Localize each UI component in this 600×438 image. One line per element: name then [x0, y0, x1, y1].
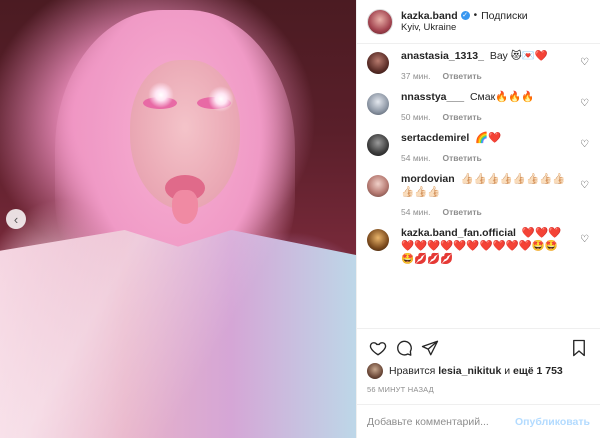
comment-username[interactable]: nnasstya___: [401, 91, 464, 103]
comment-username[interactable]: kazka.band_fan.official: [401, 227, 516, 239]
reply-button[interactable]: Ответить: [442, 112, 481, 122]
comment-icon[interactable]: [393, 337, 415, 359]
comment-time[interactable]: 54 мин.: [401, 153, 430, 163]
instagram-post-modal: ‹ kazka.band ✓ • Подписки Kyiv, Ukraine …: [0, 0, 600, 438]
heart-icon[interactable]: ♡: [580, 140, 590, 150]
likes-middle: и: [504, 365, 511, 377]
comment-item: kazka.band_fan.official ❤️❤️❤️❤️❤️❤️❤️❤️…: [367, 227, 590, 266]
reply-button[interactable]: Ответить: [442, 207, 481, 217]
comment-input[interactable]: [367, 415, 516, 428]
comment-body: mordovian 👍🏻👍🏻👍🏻👍🏻👍🏻👍🏻👍🏻👍🏻👍🏻👍🏻👍🏻 54 мин.…: [401, 173, 590, 217]
avatar[interactable]: [367, 8, 393, 35]
verified-icon: ✓: [460, 11, 470, 20]
comment-content: Смак🔥🔥🔥: [469, 91, 535, 103]
comment-body: sertacdemirel 🌈❤️ 54 мин. Ответить: [401, 132, 590, 163]
heart-icon[interactable]: ♡: [580, 235, 590, 245]
likes-count[interactable]: ещё 1 753: [513, 365, 563, 377]
likes-user[interactable]: lesia_nikituk: [438, 365, 501, 377]
bookmark-icon[interactable]: [568, 337, 590, 359]
photo-garment: [0, 230, 356, 438]
post-actions: Нравится lesia_nikituk и ещё 1 753 56 МИ…: [357, 328, 600, 398]
likes-summary: Нравится lesia_nikituk и ещё 1 753: [367, 363, 590, 379]
comment-meta: 50 мин. Ответить: [401, 112, 570, 122]
post-timestamp[interactable]: 56 МИНУТ НАЗАД: [367, 385, 590, 394]
avatar[interactable]: [367, 52, 389, 74]
comment-text: mordovian 👍🏻👍🏻👍🏻👍🏻👍🏻👍🏻👍🏻👍🏻👍🏻👍🏻👍🏻: [401, 173, 570, 199]
comment-item: anastasia_1313_ Вау 😻💌❤️ 37 мин. Ответит…: [367, 50, 590, 81]
comment-meta: 37 мин. Ответить: [401, 71, 570, 81]
post-photo[interactable]: ‹: [0, 0, 356, 438]
comment-username[interactable]: mordovian: [401, 173, 455, 185]
comment-text: nnasstya___ Смак🔥🔥🔥: [401, 91, 570, 104]
comment-item: nnasstya___ Смак🔥🔥🔥 50 мин. Ответить ♡: [367, 91, 590, 122]
comment-item: sertacdemirel 🌈❤️ 54 мин. Ответить ♡: [367, 132, 590, 163]
sparkle: [208, 86, 234, 112]
chevron-left-icon[interactable]: ‹: [6, 209, 26, 229]
photo-tongue: [172, 190, 198, 224]
comments-list[interactable]: anastasia_1313_ Вау 😻💌❤️ 37 мин. Ответит…: [357, 44, 600, 328]
post-sidebar: kazka.band ✓ • Подписки Kyiv, Ukraine an…: [356, 0, 600, 438]
heart-icon[interactable]: ♡: [580, 58, 590, 68]
comment-meta: 54 мин. Ответить: [401, 207, 570, 217]
header-text: kazka.band ✓ • Подписки Kyiv, Ukraine: [401, 10, 528, 34]
avatar[interactable]: [367, 134, 389, 156]
comment-content: Вау 😻💌❤️: [489, 50, 548, 62]
reply-button[interactable]: Ответить: [442, 153, 481, 163]
post-username[interactable]: kazka.band: [401, 10, 458, 22]
heart-icon[interactable]: [367, 337, 389, 359]
avatar[interactable]: [367, 229, 389, 251]
post-header: kazka.band ✓ • Подписки Kyiv, Ukraine: [357, 0, 600, 44]
reply-button[interactable]: Ответить: [442, 71, 481, 81]
share-icon[interactable]: [419, 337, 441, 359]
post-location[interactable]: Kyiv, Ukraine: [401, 22, 528, 34]
avatar[interactable]: [367, 363, 383, 379]
following-button[interactable]: Подписки: [481, 10, 528, 22]
action-icons: [367, 335, 590, 361]
comment-text: sertacdemirel 🌈❤️: [401, 132, 570, 145]
publish-button[interactable]: Опубликовать: [515, 416, 590, 428]
comment-username[interactable]: sertacdemirel: [401, 132, 469, 144]
comment-content: 🌈❤️: [475, 132, 502, 144]
add-comment-bar: Опубликовать: [357, 404, 600, 438]
comment-text: kazka.band_fan.official ❤️❤️❤️❤️❤️❤️❤️❤️…: [401, 227, 570, 266]
comment-item: mordovian 👍🏻👍🏻👍🏻👍🏻👍🏻👍🏻👍🏻👍🏻👍🏻👍🏻👍🏻 54 мин.…: [367, 173, 590, 217]
comment-meta: 54 мин. Ответить: [401, 153, 570, 163]
separator-dot: •: [473, 9, 478, 21]
comment-text: anastasia_1313_ Вау 😻💌❤️: [401, 50, 570, 63]
comment-username[interactable]: anastasia_1313_: [401, 50, 484, 62]
comment-time[interactable]: 37 мин.: [401, 71, 430, 81]
comment-body: kazka.band_fan.official ❤️❤️❤️❤️❤️❤️❤️❤️…: [401, 227, 590, 266]
heart-icon[interactable]: ♡: [580, 181, 590, 191]
comment-time[interactable]: 54 мин.: [401, 207, 430, 217]
avatar[interactable]: [367, 175, 389, 197]
comment-time[interactable]: 50 мин.: [401, 112, 430, 122]
header-row: kazka.band ✓ • Подписки: [401, 10, 528, 22]
heart-icon[interactable]: ♡: [580, 99, 590, 109]
comment-body: nnasstya___ Смак🔥🔥🔥 50 мин. Ответить: [401, 91, 590, 122]
likes-prefix: Нравится: [389, 365, 436, 377]
sparkle: [148, 82, 174, 108]
avatar[interactable]: [367, 93, 389, 115]
comment-body: anastasia_1313_ Вау 😻💌❤️ 37 мин. Ответит…: [401, 50, 590, 81]
